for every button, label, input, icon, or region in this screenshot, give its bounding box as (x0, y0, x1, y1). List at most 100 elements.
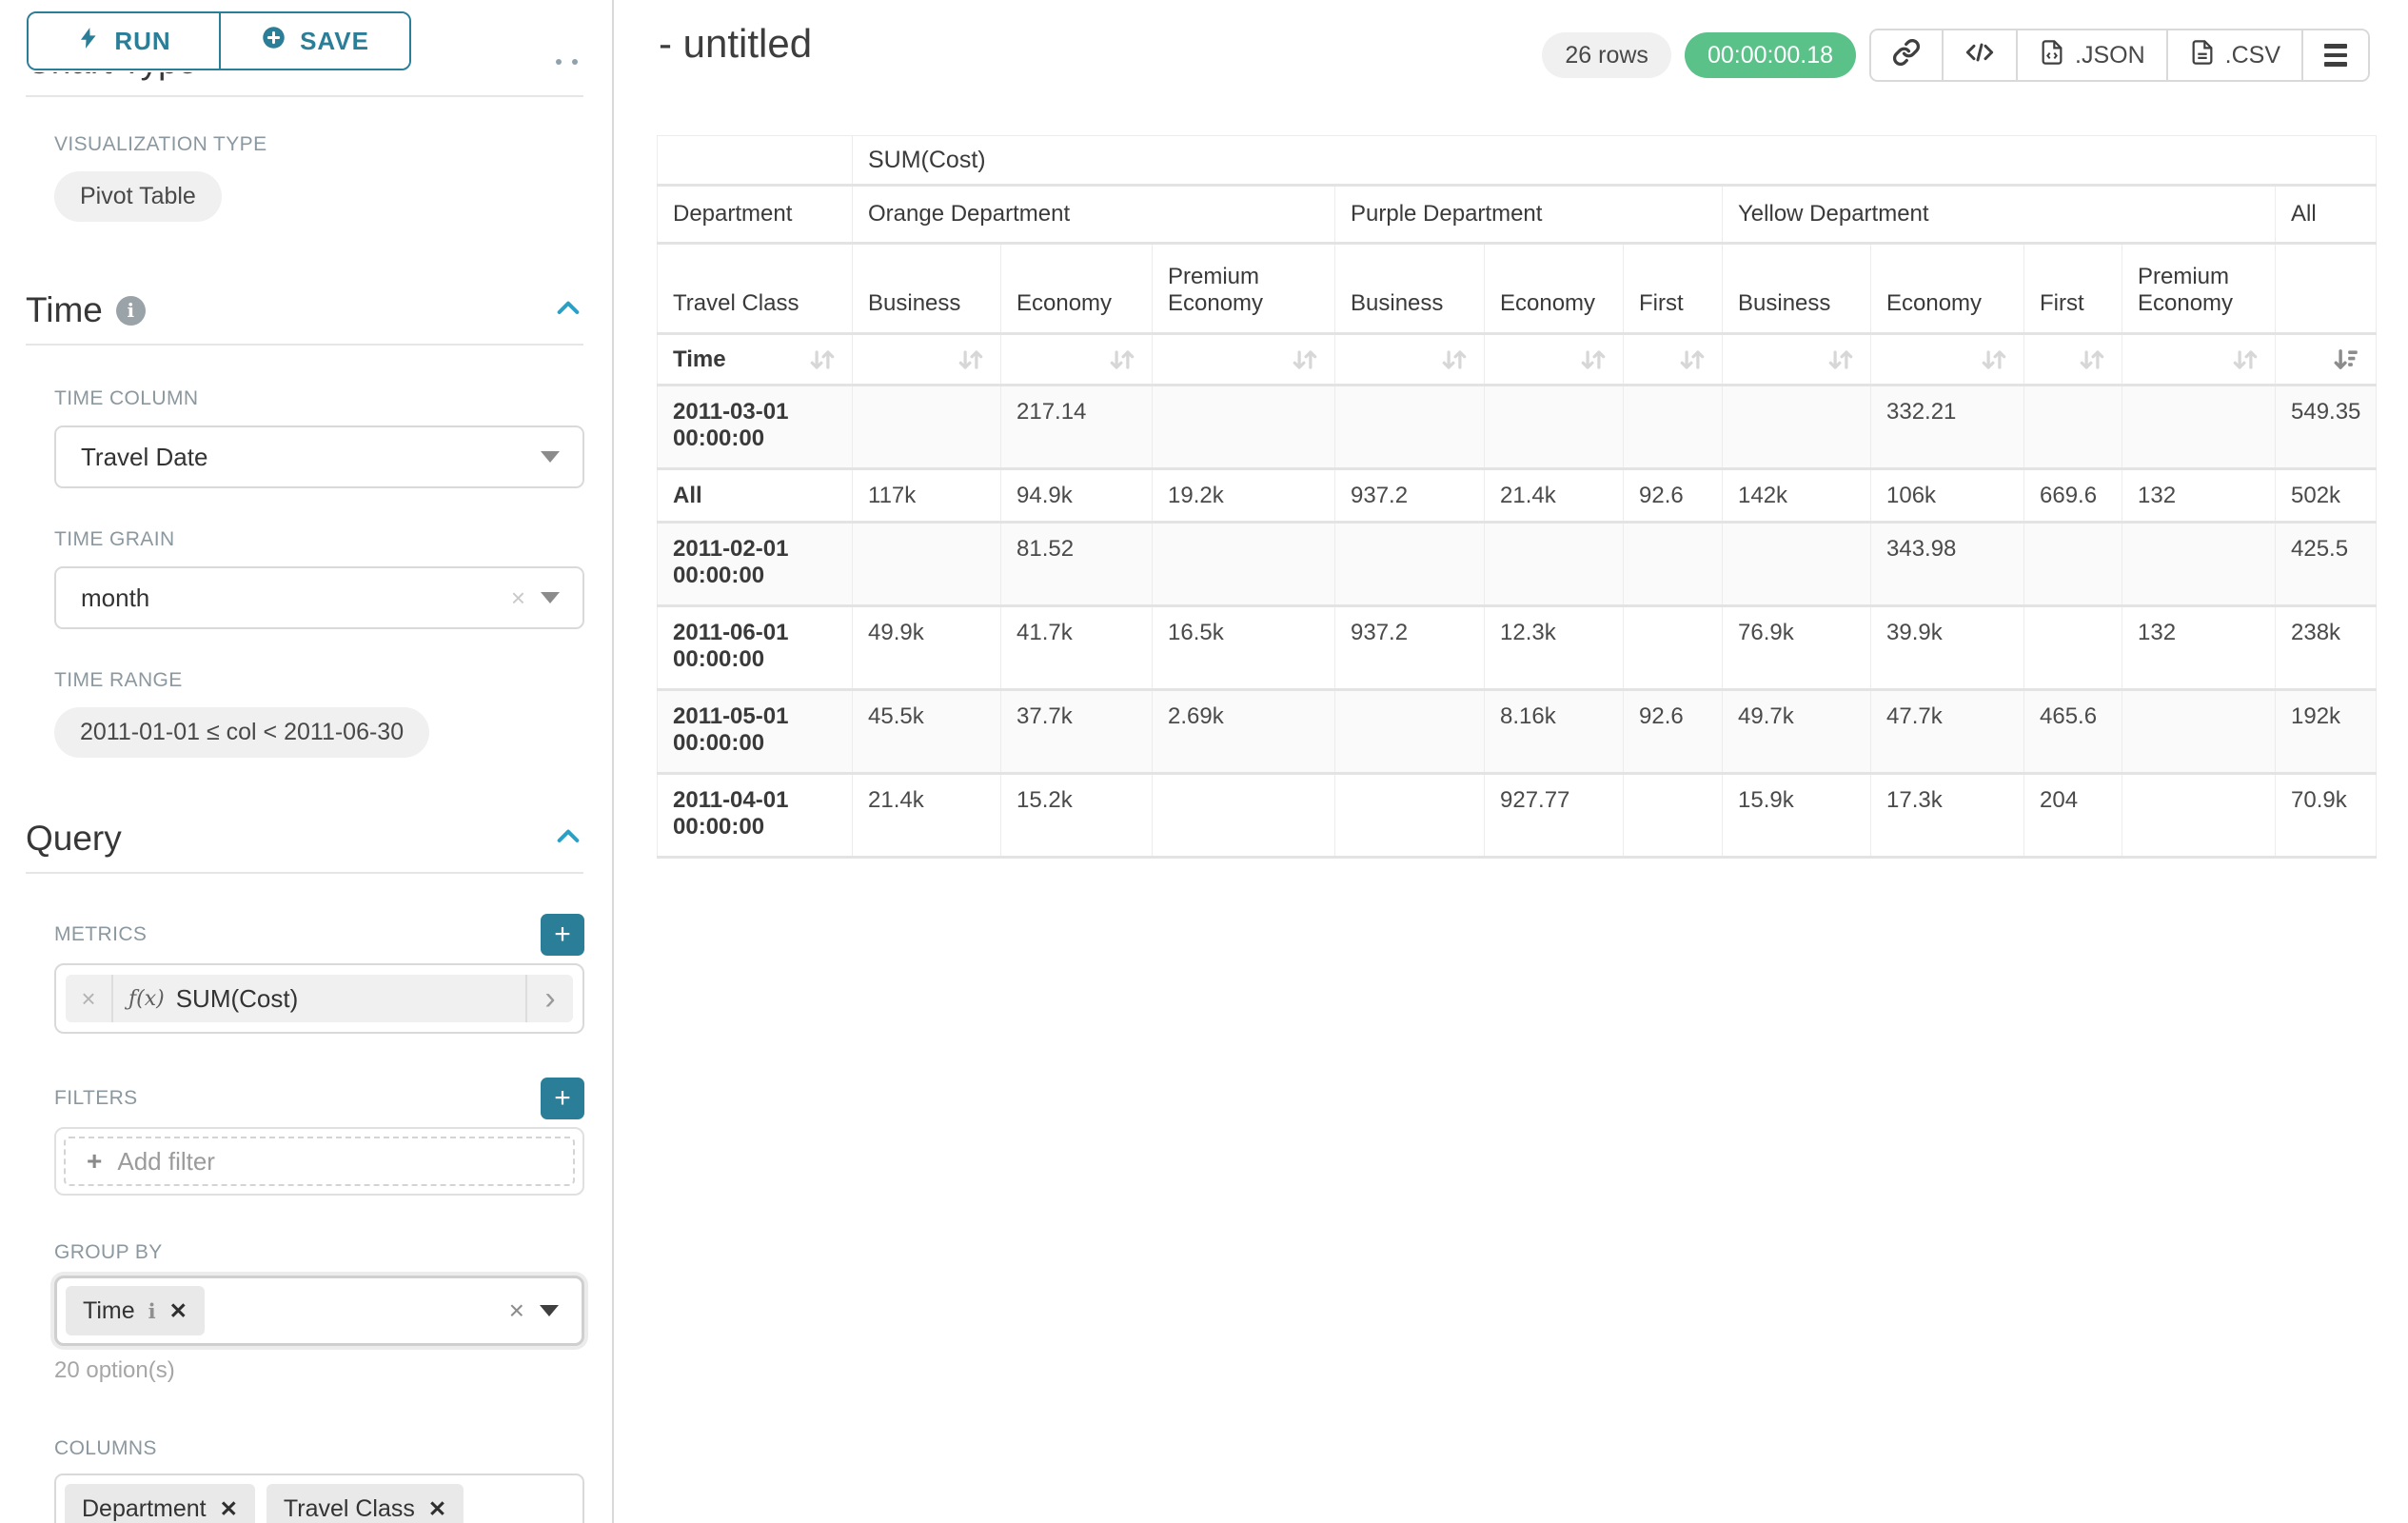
remove-icon[interactable]: ✕ (428, 1496, 446, 1522)
chart-header: - untitled 26 rows 00:00:00.18 (659, 21, 2370, 82)
section-divider (26, 872, 583, 874)
chart-title[interactable]: - untitled (659, 21, 812, 67)
value-cell: 92.6 (1624, 469, 1723, 523)
value-cell: 12.3k (1485, 606, 1624, 690)
remove-icon[interactable]: ✕ (169, 1298, 188, 1324)
time-range-pill[interactable]: 2011-01-01 ≤ col < 2011-06-30 (54, 707, 429, 758)
value-cell: 2.69k (1153, 690, 1335, 774)
view-query-button[interactable] (1942, 30, 2016, 80)
table-row: 2011-04-01 00:00:0021.4k15.2k927.7715.9k… (658, 774, 2377, 858)
run-button[interactable]: RUN (29, 13, 219, 69)
value-cell: 39.9k (1871, 606, 2024, 690)
section-divider (26, 344, 583, 346)
sort-header[interactable] (1871, 334, 2024, 386)
caret-down-icon (541, 592, 560, 603)
travel-class-header: Business (1335, 244, 1485, 334)
remove-metric-icon[interactable]: × (66, 975, 113, 1022)
travel-class-header: First (2024, 244, 2122, 334)
plus-icon: + (87, 1146, 102, 1177)
value-cell (1624, 774, 1723, 858)
value-cell: 70.9k (2276, 774, 2377, 858)
table-row: All117k94.9k19.2k937.221.4k92.6142k106k6… (658, 469, 2377, 523)
department-group-header: All (2276, 186, 2377, 244)
time-grain-select[interactable]: month × (54, 566, 584, 629)
value-cell: 81.52 (1001, 523, 1153, 606)
chevron-up-icon[interactable] (553, 821, 583, 857)
value-cell (2122, 774, 2276, 858)
metrics-label: METRICS (54, 923, 147, 946)
query-timer-badge: 00:00:00.18 (1685, 32, 1856, 78)
code-icon (1964, 37, 1995, 74)
remove-icon[interactable]: ✕ (220, 1496, 238, 1522)
chart-area: - untitled 26 rows 00:00:00.18 (616, 0, 2408, 1523)
viz-type-pill[interactable]: Pivot Table (54, 171, 222, 222)
chevron-up-icon[interactable] (553, 293, 583, 328)
travel-class-header: Economy (1485, 244, 1624, 334)
add-filter-button[interactable]: + (541, 1078, 584, 1119)
value-cell (2024, 606, 2122, 690)
chevron-right-icon[interactable]: › (525, 975, 573, 1022)
add-filter-dropzone[interactable]: + Add filter (64, 1137, 575, 1186)
department-group-header: Orange Department (853, 186, 1335, 244)
groupby-chip-time[interactable]: Time i ✕ (66, 1286, 205, 1335)
share-link-button[interactable] (1871, 30, 1942, 80)
columns-chip-travel-class[interactable]: Travel Class ✕ (266, 1484, 464, 1523)
add-metric-button[interactable]: + (541, 914, 584, 956)
sort-header[interactable] (1153, 334, 1335, 386)
value-cell: 217.14 (1001, 386, 1153, 469)
value-cell: 76.9k (1723, 606, 1871, 690)
value-cell: 937.2 (1335, 469, 1485, 523)
save-button[interactable]: SAVE (219, 13, 409, 69)
sort-header[interactable] (2024, 334, 2122, 386)
value-cell (1485, 523, 1624, 606)
value-cell: 49.7k (1723, 690, 1871, 774)
value-cell (2024, 386, 2122, 469)
sort-header[interactable] (2122, 334, 2276, 386)
section-divider (26, 95, 583, 97)
group-by-label: GROUP BY (54, 1241, 583, 1264)
sort-header[interactable] (1335, 334, 1485, 386)
time-column-select[interactable]: Travel Date (54, 425, 584, 488)
value-cell: 937.2 (1335, 606, 1485, 690)
travel-class-header: Premium Economy (1153, 244, 1335, 334)
table-row: 2011-06-01 00:00:0049.9k41.7k16.5k937.21… (658, 606, 2377, 690)
value-cell: 465.6 (2024, 690, 2122, 774)
columns-select[interactable]: Department ✕ Travel Class ✕ × (54, 1474, 584, 1523)
sort-header[interactable] (1485, 334, 1624, 386)
value-cell: 142k (1723, 469, 1871, 523)
menu-button[interactable] (2301, 30, 2368, 80)
metric-chip[interactable]: × ƒ(x) SUM(Cost) › (66, 975, 573, 1022)
row-label: 2011-03-01 00:00:00 (658, 386, 853, 469)
value-cell (2122, 386, 2276, 469)
value-cell: 343.98 (1871, 523, 2024, 606)
sort-header[interactable] (1723, 334, 1871, 386)
value-cell (1335, 523, 1485, 606)
query-section-header[interactable]: Query (26, 819, 583, 859)
export-json-button[interactable]: .JSON (2016, 30, 2166, 80)
value-cell: 47.7k (1871, 690, 2024, 774)
export-csv-button[interactable]: .CSV (2166, 30, 2301, 80)
value-cell: 15.9k (1723, 774, 1871, 858)
time-range-label: TIME RANGE (54, 669, 583, 692)
columns-chip-department[interactable]: Department ✕ (65, 1484, 255, 1523)
value-cell: 21.4k (853, 774, 1001, 858)
time-section-header[interactable]: Time i (26, 290, 583, 330)
group-by-select[interactable]: Time i ✕ × (54, 1276, 584, 1346)
value-cell: 927.77 (1485, 774, 1624, 858)
clear-icon[interactable]: × (509, 1296, 524, 1326)
value-cell: 106k (1871, 469, 2024, 523)
metrics-container: × ƒ(x) SUM(Cost) › (54, 963, 584, 1034)
value-cell (1153, 386, 1335, 469)
sort-header[interactable] (1001, 334, 1153, 386)
sort-header-active-desc[interactable] (2276, 334, 2377, 386)
value-cell: 669.6 (2024, 469, 2122, 523)
clear-icon[interactable]: × (511, 583, 525, 613)
sort-header[interactable] (1624, 334, 1723, 386)
time-sort-header[interactable]: Time (658, 334, 853, 386)
pivot-table-container: SUM(Cost)DepartmentOrange DepartmentPurp… (657, 135, 2377, 859)
metric-header: SUM(Cost) (853, 136, 2377, 186)
metrics-label-row: METRICS + (54, 914, 584, 956)
caret-down-icon (541, 451, 560, 463)
sort-header[interactable] (853, 334, 1001, 386)
value-cell: 8.16k (1485, 690, 1624, 774)
